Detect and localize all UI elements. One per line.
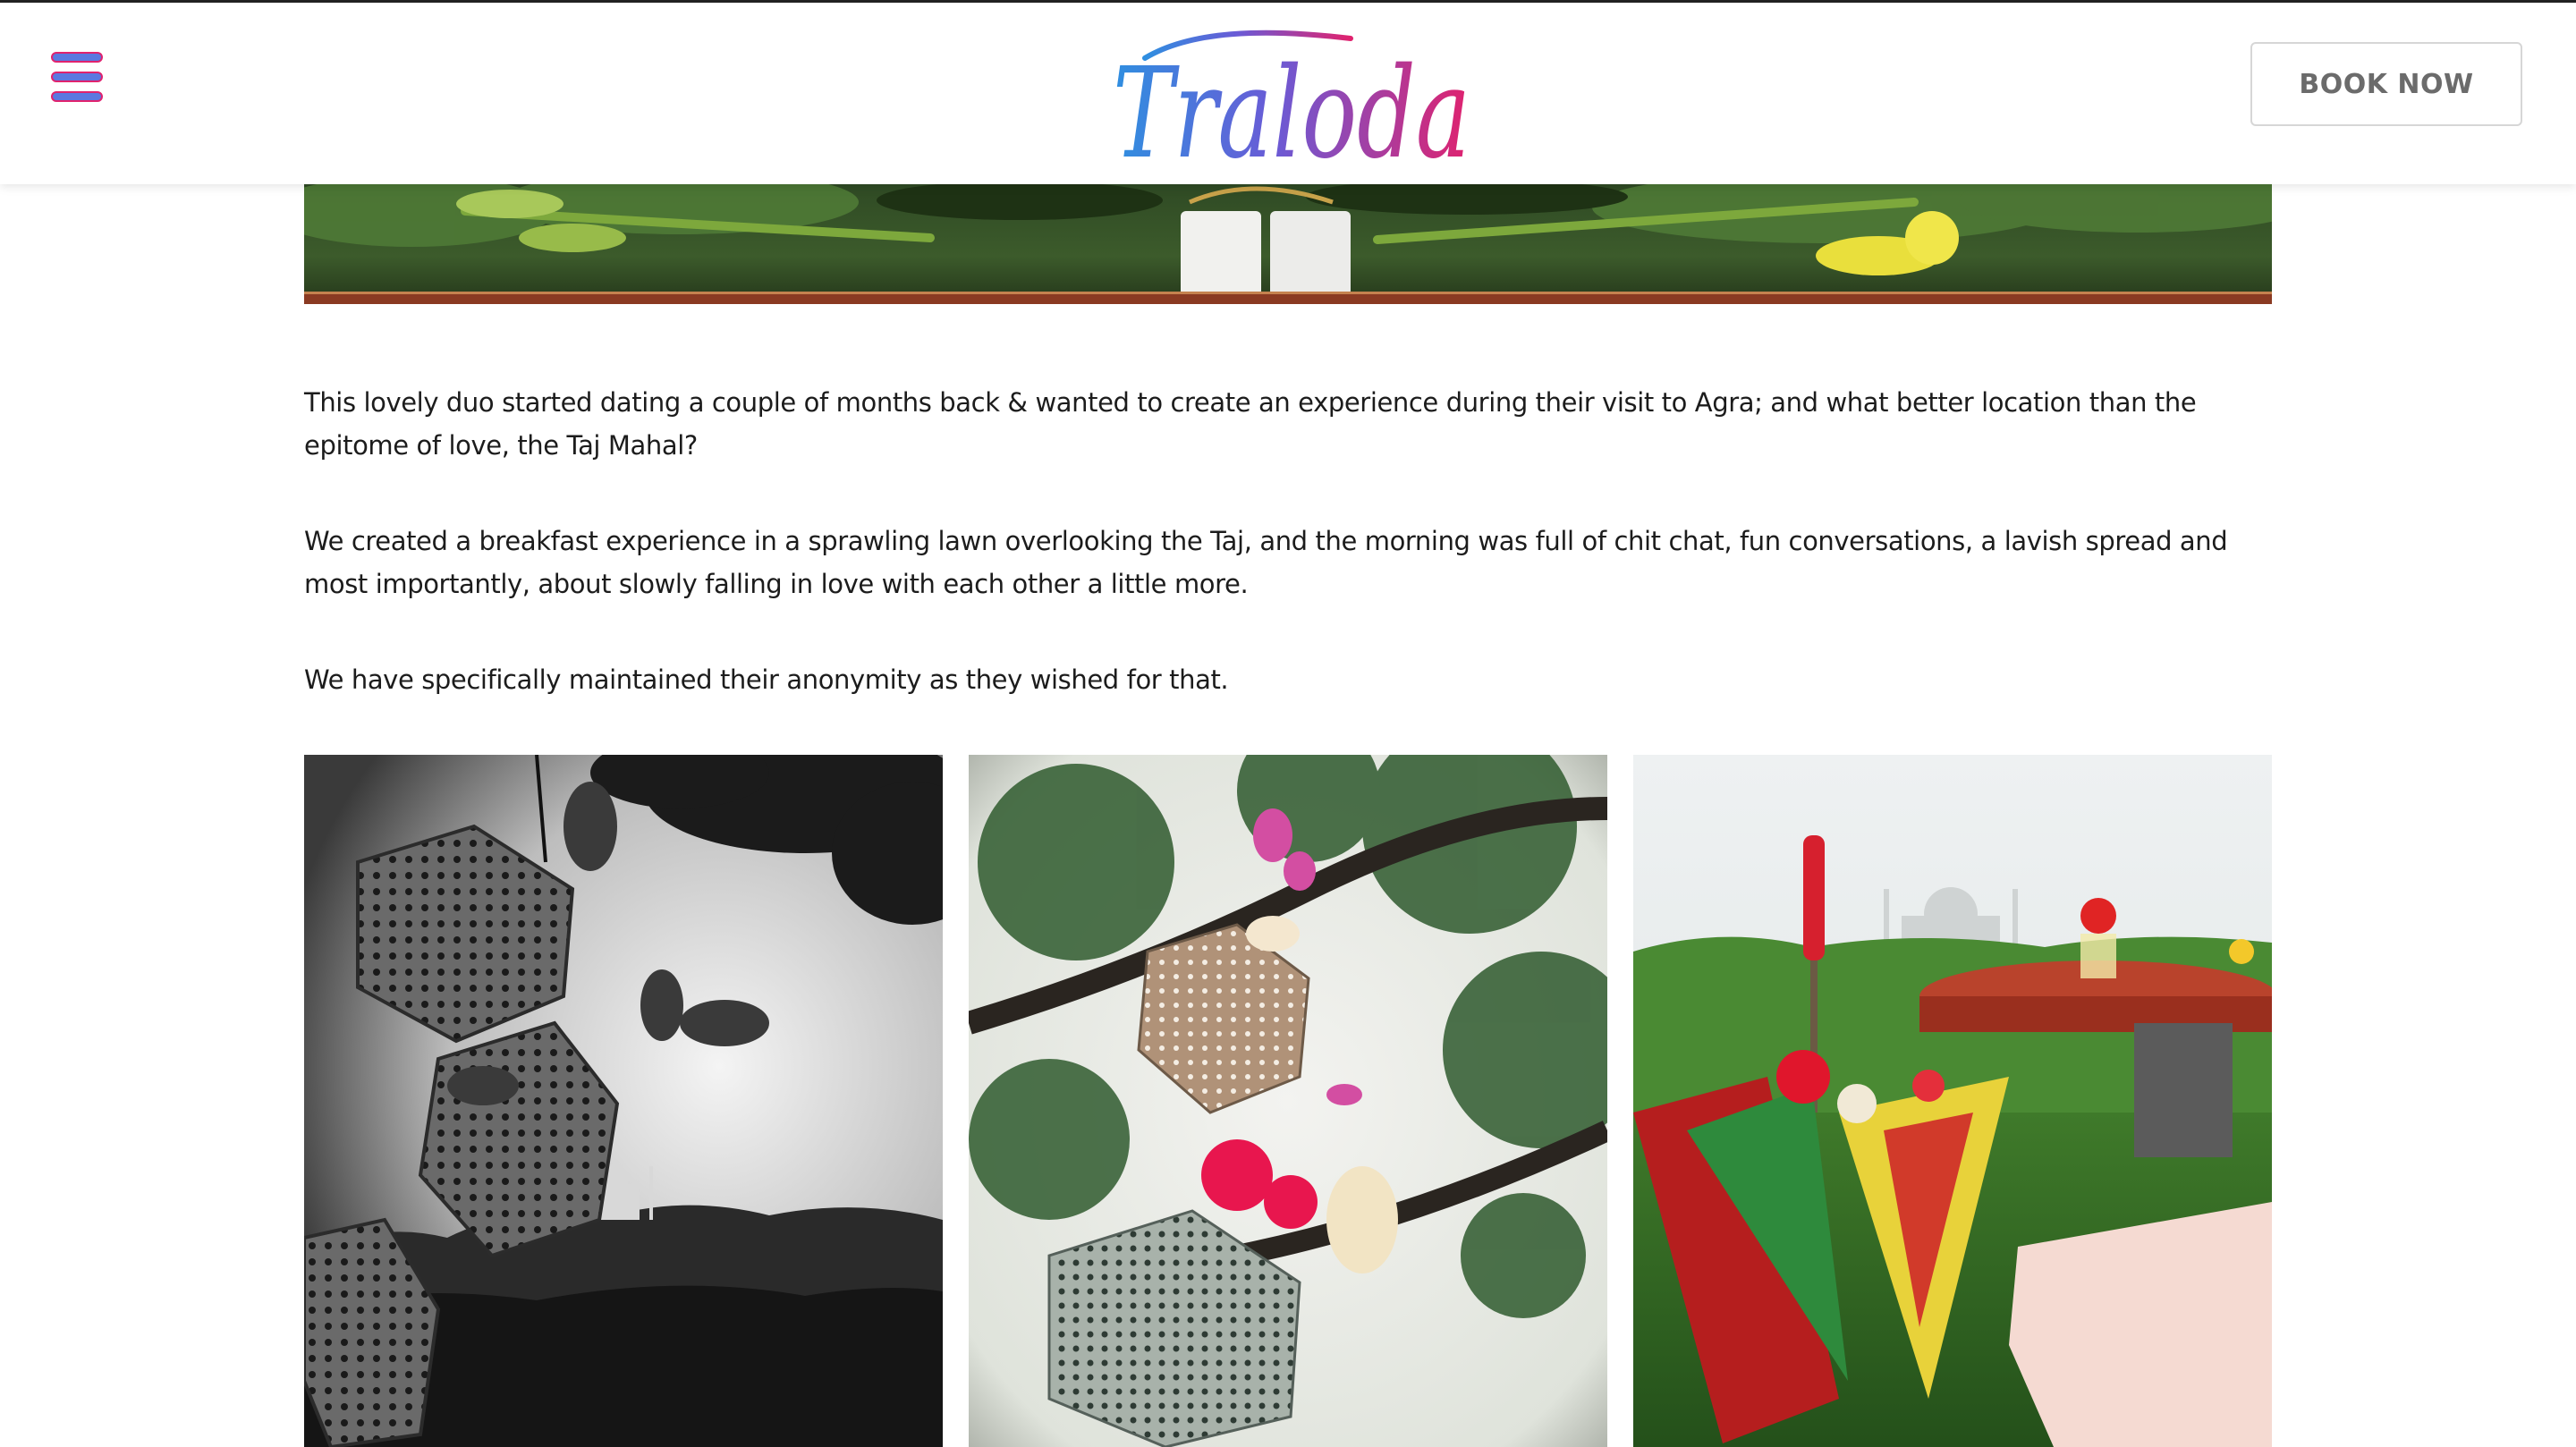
site-header: Traloda BOOK NOW xyxy=(0,0,2576,184)
story-paragraph: We created a breakfast experience in a s… xyxy=(304,526,2228,599)
logo-text: Traloda xyxy=(1113,41,1470,174)
book-now-button[interactable]: BOOK NOW xyxy=(2250,42,2522,126)
hamburger-menu-icon xyxy=(51,52,103,102)
gallery-photo-bw-lanterns[interactable] xyxy=(304,755,943,1447)
gallery-photo-hanging-lanterns[interactable] xyxy=(969,755,1607,1447)
hero-image xyxy=(304,184,2272,304)
hamburger-menu-button[interactable] xyxy=(50,49,104,105)
story-paragraph: We have specifically maintained their an… xyxy=(304,664,1229,695)
gallery-photo-picnic-setup[interactable] xyxy=(1633,755,2272,1447)
site-logo[interactable]: Traloda xyxy=(1109,22,1485,174)
story-paragraph: This lovely duo started dating a couple … xyxy=(304,387,2197,461)
